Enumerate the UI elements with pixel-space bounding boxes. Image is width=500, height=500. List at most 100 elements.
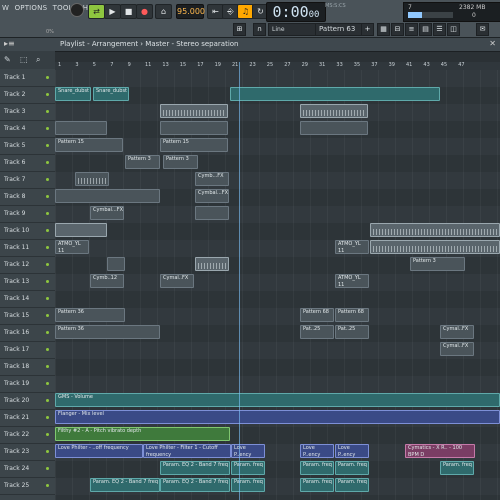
master-volume-knob[interactable] (70, 3, 84, 17)
record-button[interactable]: ● (136, 4, 153, 19)
track-header[interactable]: Track 7 (0, 172, 55, 189)
mute-led-icon[interactable] (46, 144, 49, 147)
playhead[interactable] (239, 62, 240, 500)
clip[interactable]: Pat..25 (335, 325, 369, 339)
piano-roll-icon[interactable]: ⊟ (391, 23, 404, 36)
clip[interactable]: Param. freq (335, 461, 369, 475)
clip[interactable]: Love P..ency (231, 444, 265, 458)
mixer-icon[interactable]: ≡ (405, 23, 418, 36)
track-header[interactable]: Track 25 (0, 478, 55, 495)
clip[interactable]: Cymbal...FX (195, 189, 229, 203)
clip[interactable]: Love P..ency (300, 444, 334, 458)
clip[interactable]: Filthy #2 - A - Pitch vibrato depth (55, 427, 230, 441)
clip[interactable] (55, 223, 107, 237)
clip[interactable]: Cymal..FX (440, 325, 474, 339)
mute-led-icon[interactable] (46, 348, 49, 351)
track-header[interactable]: Track 1 (0, 70, 55, 87)
track-header[interactable]: Track 20 (0, 393, 55, 410)
browser-icon[interactable]: ☰ (433, 23, 446, 36)
clip[interactable]: Cymbal...FX (90, 206, 124, 220)
clip[interactable]: Pattern 3 (410, 257, 465, 271)
clip[interactable]: Pattern 15 (55, 138, 123, 152)
mute-led-icon[interactable] (46, 382, 49, 385)
clip[interactable] (160, 104, 228, 118)
mute-led-icon[interactable] (46, 246, 49, 249)
clip[interactable]: Cymal..FX (160, 274, 194, 288)
clip[interactable]: Love P..ency (335, 444, 369, 458)
track-header[interactable]: Track 12 (0, 257, 55, 274)
mute-led-icon[interactable] (46, 127, 49, 130)
clip[interactable]: GMS - Volume (55, 393, 500, 407)
clip[interactable]: Pattern 68 (300, 308, 334, 322)
track-header[interactable]: Track 2 (0, 87, 55, 104)
clip[interactable]: Param. freq (300, 478, 334, 492)
track-header[interactable]: Track 23 (0, 444, 55, 461)
clip[interactable]: Param. freq (300, 461, 334, 475)
track-header[interactable]: Track 16 (0, 325, 55, 342)
clip[interactable]: Cymb..12 (90, 274, 124, 288)
mail-icon[interactable]: ✉ (476, 23, 489, 36)
clip[interactable] (55, 121, 107, 135)
track-header[interactable]: Track 6 (0, 155, 55, 172)
clip[interactable]: Cymal..FX (440, 342, 474, 356)
clip[interactable] (195, 257, 229, 271)
pattern-selector[interactable]: Pattern 63 (315, 23, 362, 36)
track-header[interactable]: Track 21 (0, 410, 55, 427)
clip[interactable] (370, 240, 500, 254)
arrangement-grid[interactable]: Snare_dubst Snare_dubst Pattern 15 Patte… (55, 70, 500, 500)
add-pattern-button[interactable]: + (361, 23, 374, 36)
clip[interactable]: Param. EQ 2 - Band 7 freq (160, 478, 230, 492)
mute-led-icon[interactable] (46, 467, 49, 470)
clip[interactable]: Param. freq (440, 461, 474, 475)
clip[interactable]: Pattern 3 (163, 155, 198, 169)
mute-led-icon[interactable] (46, 280, 49, 283)
track-header[interactable]: Track 5 (0, 138, 55, 155)
clip[interactable] (370, 223, 500, 237)
mute-led-icon[interactable] (46, 314, 49, 317)
metronome-button[interactable]: ⌂ (155, 4, 172, 19)
clip[interactable]: Snare_dubst (93, 87, 129, 101)
clip[interactable]: Pattern 15 (160, 138, 228, 152)
track-header[interactable]: Track 17 (0, 342, 55, 359)
track-header[interactable]: Track 18 (0, 359, 55, 376)
clip[interactable]: ATMO_YL 11 (55, 240, 89, 254)
mute-led-icon[interactable] (46, 178, 49, 181)
stop-button[interactable]: ■ (120, 4, 137, 19)
plugin-icon[interactable]: ◫ (447, 23, 460, 36)
clip[interactable]: Flanger - Mix level (55, 410, 500, 424)
clip[interactable]: Cymb...FX (195, 172, 229, 186)
playlist-icon[interactable]: ▦ (377, 23, 390, 36)
clip[interactable]: Pattern 3 (125, 155, 160, 169)
mute-led-icon[interactable] (46, 110, 49, 113)
tempo-display[interactable]: 95.000 (176, 4, 205, 19)
clip[interactable]: Param. freq (231, 478, 265, 492)
clip[interactable] (300, 121, 368, 135)
track-header[interactable]: Track 22 (0, 427, 55, 444)
song-time-display[interactable]: 0:0000 (266, 2, 326, 22)
mute-led-icon[interactable] (46, 229, 49, 232)
mute-led-icon[interactable] (46, 93, 49, 96)
clip[interactable]: Cymatics - X R.. - 100 BPM D (405, 444, 475, 458)
clip[interactable]: Param. EQ 2 - Band 7 freq (90, 478, 160, 492)
mute-led-icon[interactable] (46, 297, 49, 300)
close-icon[interactable]: ✕ (489, 39, 496, 48)
clip[interactable]: Snare_dubst (55, 87, 91, 101)
magnet-icon[interactable]: ∩ (253, 23, 266, 36)
menu-item-view[interactable]: W (2, 4, 9, 12)
track-header[interactable]: Track 9 (0, 206, 55, 223)
mute-led-icon[interactable] (46, 263, 49, 266)
mute-led-icon[interactable] (46, 450, 49, 453)
clip[interactable] (107, 257, 125, 271)
track-header[interactable]: Track 14 (0, 291, 55, 308)
timeline-ruler[interactable]: 1 3 5 7 9 11 13 15 17 19 21 23 25 27 29 31 33 35 37 39 41 43 4… (55, 62, 500, 70)
clip[interactable]: Param. EQ 2 - Band 7 freq (160, 461, 230, 475)
play-button[interactable]: ▶ (104, 4, 121, 19)
clip[interactable]: Love Philter - Filter 1 - Cutoff frequen… (143, 444, 231, 458)
clip[interactable] (230, 87, 440, 101)
track-header[interactable]: Track 13 (0, 274, 55, 291)
clip[interactable]: Pattern 68 (335, 308, 369, 322)
clip[interactable]: ATMO_YL 11 (335, 240, 369, 254)
clip[interactable] (160, 121, 228, 135)
mute-led-icon[interactable] (46, 416, 49, 419)
menu-arrow-icon[interactable]: ▸≡ (4, 39, 15, 48)
